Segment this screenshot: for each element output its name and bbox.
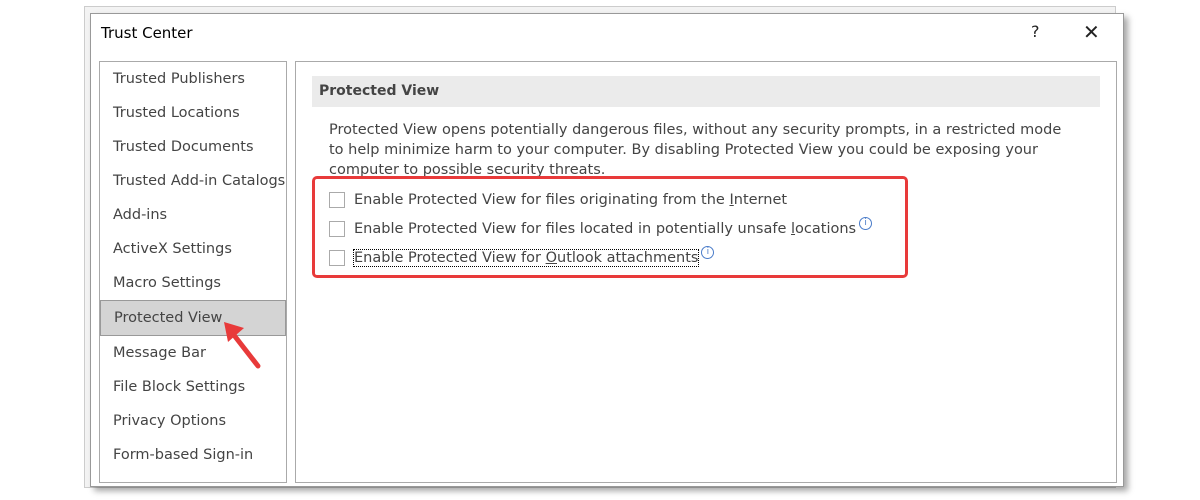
sidebar-item-trusted-add-in-catalogs[interactable]: Trusted Add-in Catalogs: [100, 164, 286, 198]
sidebar-item-trusted-publishers[interactable]: Trusted Publishers: [100, 62, 286, 96]
description: Protected View opens potentially dangero…: [329, 122, 1062, 176]
sidebar-item-privacy-options[interactable]: Privacy Options: [100, 404, 286, 438]
highlight-box: [312, 176, 908, 278]
arrow-annotation: [224, 322, 261, 369]
sidebar: Trusted Publishers Trusted Locations Trust…: [99, 61, 287, 483]
sidebar-item-file-block-settings[interactable]: File Block Settings: [100, 370, 286, 404]
sidebar-item-trusted-documents[interactable]: Trusted Documents: [100, 130, 286, 164]
dialog-title: Trust Center: [101, 24, 193, 42]
sidebar-item-activex-settings[interactable]: ActiveX Settings: [100, 232, 286, 266]
section-title: Protected View: [312, 76, 1100, 107]
sidebar-item-add-ins[interactable]: Add-ins: [100, 198, 286, 232]
sidebar-item-trusted-locations[interactable]: Trusted Locations: [100, 96, 286, 130]
close-button[interactable]: ✕: [1083, 20, 1100, 44]
sidebar-item-form-based-sign-in[interactable]: Form-based Sign-in: [100, 438, 286, 472]
sidebar-item-macro-settings[interactable]: Macro Settings: [100, 266, 286, 300]
help-button[interactable]: ?: [1031, 22, 1040, 41]
